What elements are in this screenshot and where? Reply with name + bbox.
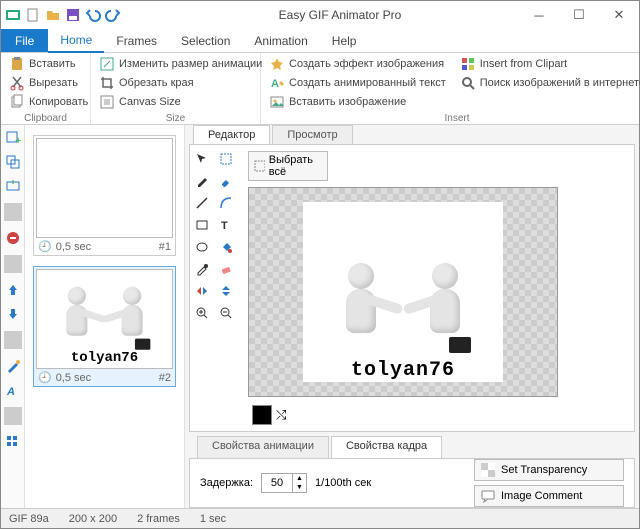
- crop-button[interactable]: Обрезать края: [97, 74, 264, 92]
- left-toolstrip: + A: [1, 125, 25, 508]
- delay-label: Задержка:: [200, 477, 253, 489]
- redo-icon[interactable]: [105, 7, 121, 23]
- tool-move-down-icon[interactable]: [4, 305, 22, 323]
- text-tool-icon[interactable]: T: [218, 217, 234, 233]
- undo-icon[interactable]: [85, 7, 101, 23]
- ellipse-tool-icon[interactable]: [194, 239, 210, 255]
- new-icon[interactable]: [25, 7, 41, 23]
- tool-effects-icon[interactable]: [4, 357, 22, 375]
- ribbon: Вставить Вырезать Копировать Clipboard И…: [1, 53, 639, 125]
- tool-insert-icon[interactable]: [4, 177, 22, 195]
- tool-duplicate-frame-icon[interactable]: [4, 153, 22, 171]
- frame-2-time: 0,5 sec: [56, 372, 91, 384]
- delay-unit: 1/100th сек: [315, 477, 371, 489]
- tool-delete-icon[interactable]: [4, 229, 22, 247]
- tool-move-up-icon[interactable]: [4, 281, 22, 299]
- pointer-tool-icon[interactable]: [194, 151, 210, 167]
- close-button[interactable]: ✕: [599, 1, 639, 29]
- clock-icon: 🕘: [38, 240, 52, 253]
- maximize-button[interactable]: ☐: [559, 1, 599, 29]
- svg-text:A: A: [6, 386, 15, 398]
- flip-v-tool-icon[interactable]: [218, 283, 234, 299]
- delay-spinner[interactable]: ▲▼: [261, 473, 307, 493]
- insert-image-button[interactable]: Вставить изображение: [267, 93, 448, 111]
- cut-button[interactable]: Вырезать: [7, 74, 90, 92]
- svg-text:+: +: [15, 135, 21, 146]
- set-transparency-button[interactable]: Set Transparency: [474, 459, 624, 481]
- frame-2-num: #2: [159, 372, 171, 384]
- create-text-button[interactable]: AСоздать анимированный текст: [267, 74, 448, 92]
- svg-text:A: A: [271, 78, 279, 90]
- frame-1-num: #1: [159, 241, 171, 253]
- swap-colors-icon[interactable]: ⤭: [276, 407, 286, 423]
- status-duration: 1 sec: [200, 513, 226, 525]
- curve-tool-icon[interactable]: [218, 195, 234, 211]
- clock-icon: 🕘: [38, 371, 52, 384]
- tab-frame-props[interactable]: Свойства кадра: [331, 436, 442, 458]
- zoom-in-tool-icon[interactable]: [194, 305, 210, 321]
- main-area: + A 🕘 0,5 sec #1 tolyan76: [1, 125, 639, 508]
- resize-button[interactable]: Изменить размер анимации: [97, 55, 264, 73]
- eraser-tool-icon[interactable]: [218, 261, 234, 277]
- svg-text:T: T: [221, 220, 228, 232]
- status-format: GIF 89a: [9, 513, 49, 525]
- canvas-text: tolyan76: [351, 359, 455, 382]
- tab-editor[interactable]: Редактор: [193, 125, 270, 144]
- tab-preview-panel[interactable]: Просмотр: [272, 125, 352, 144]
- brush-tool-icon[interactable]: [218, 173, 234, 189]
- tab-home[interactable]: Home: [48, 29, 104, 53]
- paste-button[interactable]: Вставить: [7, 55, 90, 73]
- menu-bar: File Home Frames Selection Animation Hel…: [1, 29, 639, 53]
- frame-1[interactable]: 🕘 0,5 sec #1: [33, 135, 176, 256]
- copy-button[interactable]: Копировать: [7, 93, 90, 111]
- tab-frames[interactable]: Frames: [104, 29, 169, 52]
- image-comment-button[interactable]: Image Comment: [474, 485, 624, 507]
- file-menu[interactable]: File: [1, 29, 48, 52]
- minimize-button[interactable]: ─: [519, 1, 559, 29]
- fill-tool-icon[interactable]: [218, 239, 234, 255]
- editor-panel: Редактор Просмотр T: [185, 125, 639, 508]
- tool-palette: T: [190, 145, 242, 431]
- search-images-button[interactable]: Поиск изображений в интернете: [458, 74, 640, 92]
- select-all-button[interactable]: Выбрать всё: [248, 151, 328, 181]
- marquee-tool-icon[interactable]: [218, 151, 234, 167]
- status-bar: GIF 89a 200 x 200 2 frames 1 sec: [1, 508, 639, 528]
- status-dims: 200 x 200: [69, 513, 117, 525]
- zoom-out-tool-icon[interactable]: [218, 305, 234, 321]
- delay-input[interactable]: [262, 474, 292, 492]
- frame-2[interactable]: tolyan76 🕘 0,5 sec #2: [33, 266, 176, 387]
- frame-1-time: 0,5 sec: [56, 241, 91, 253]
- canvas[interactable]: tolyan76: [248, 187, 558, 397]
- app-icon: [5, 7, 21, 23]
- tab-anim-props[interactable]: Свойства анимации: [197, 436, 329, 458]
- eyedropper-tool-icon[interactable]: [194, 261, 210, 277]
- insert-clipart-button[interactable]: Insert from Clipart: [458, 55, 640, 73]
- title-bar: Easy GIF Animator Pro ─ ☐ ✕: [1, 1, 639, 29]
- tool-grid-icon[interactable]: [4, 433, 22, 451]
- tab-selection[interactable]: Selection: [169, 29, 242, 52]
- status-frames: 2 frames: [137, 513, 180, 525]
- create-effect-button[interactable]: Создать эффект изображения: [267, 55, 448, 73]
- line-tool-icon[interactable]: [194, 195, 210, 211]
- open-icon[interactable]: [45, 7, 61, 23]
- tool-text-icon[interactable]: A: [4, 381, 22, 399]
- rect-tool-icon[interactable]: [194, 217, 210, 233]
- tab-help[interactable]: Help: [320, 29, 369, 52]
- frame-list: 🕘 0,5 sec #1 tolyan76 🕘 0,5 sec #2: [25, 125, 185, 508]
- properties-panel: Свойства анимации Свойства кадра Задержк…: [189, 436, 635, 508]
- tab-animation[interactable]: Animation: [242, 29, 319, 52]
- window-title: Easy GIF Animator Pro: [161, 8, 519, 22]
- foreground-color[interactable]: [252, 405, 272, 425]
- flip-h-tool-icon[interactable]: [194, 283, 210, 299]
- spin-up-icon[interactable]: ▲: [292, 474, 306, 483]
- spin-down-icon[interactable]: ▼: [292, 483, 306, 492]
- frame-1-thumb: [36, 138, 173, 238]
- canvas-size-button[interactable]: Canvas Size: [97, 93, 264, 111]
- frame-2-thumb: tolyan76: [36, 269, 173, 369]
- save-icon[interactable]: [65, 7, 81, 23]
- frame-2-text: tolyan76: [71, 350, 138, 366]
- pencil-tool-icon[interactable]: [194, 173, 210, 189]
- tool-add-frame-icon[interactable]: +: [4, 129, 22, 147]
